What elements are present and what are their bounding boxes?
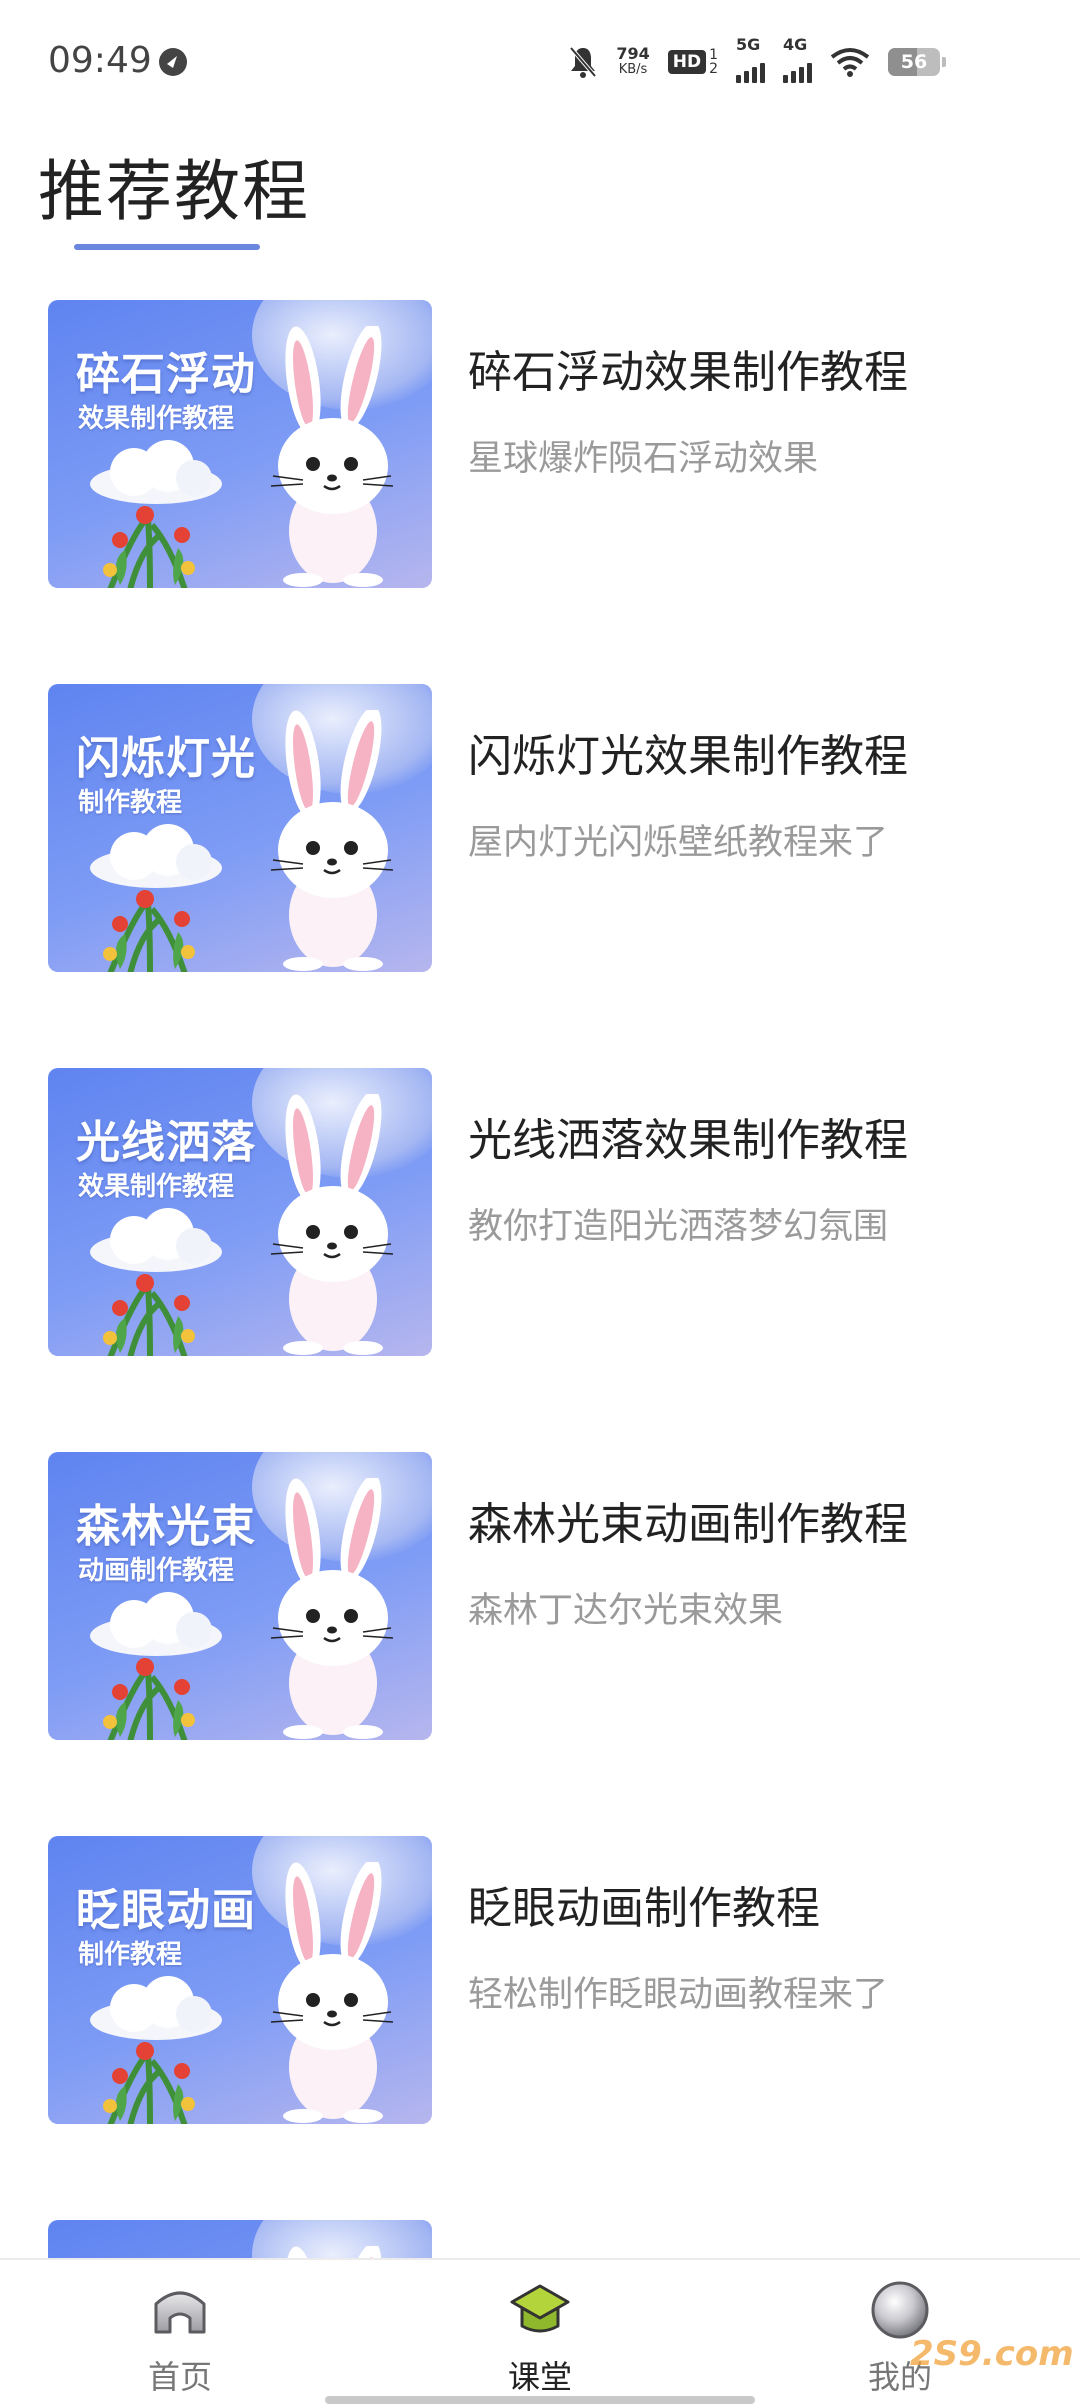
thumbnail-subtitle: 制作教程 [78,788,183,818]
graduation-cap-icon [510,2284,570,2333]
course-title: 光线洒落效果制作教程 [468,1115,908,1166]
flowers-illustration [103,2042,195,2124]
course-title: 碎石浮动效果制作教程 [468,347,908,398]
profile-orb-icon [871,2281,929,2339]
battery-nub [942,57,946,67]
course-item-1[interactable]: 碎石浮动 效果制作教程 碎石浮动效果制作教程 星球爆炸陨石浮动效果 [0,300,1080,590]
sim2-label: 2 [709,61,718,77]
hd-label: HD [667,50,707,74]
signal-bar [760,63,765,83]
course-title: 闪烁灯光效果制作教程 [468,731,908,782]
sim1-label: 1 [709,47,718,63]
bunny-illustration [270,1862,394,2123]
course-item-3[interactable]: 光线洒落 效果制作教程 光线洒落效果制作教程 教你打造阳光洒落梦幻氛围 [0,1068,1080,1358]
thumbnail-subtitle: 动画制作教程 [78,1556,235,1586]
watermark: 2S9.com [910,2334,1074,2374]
thumbnail-title: 眨眼动画 [76,1885,256,1936]
network-speed-unit: KB/s [618,62,648,77]
network-speed: 794 KB/s [616,46,649,78]
course-subtitle: 森林丁达尔光束效果 [468,1591,784,1631]
wifi-icon [830,48,870,77]
home-icon [154,2291,206,2334]
bunny-illustration [270,1478,394,1739]
sim-slots: 1 2 [709,48,718,76]
network-speed-value: 794 [616,44,650,63]
status-indicators: 794 KB/s HD 1 2 5G 4G 56 [568,35,946,84]
flowers-illustration [103,506,195,588]
battery-icon: 56 [888,48,946,76]
flowers-illustration [103,890,195,972]
title-underline [74,244,260,250]
signal-bar [736,75,741,83]
course-thumbnail[interactable]: 碎石浮动 效果制作教程 [48,300,432,588]
course-item-2[interactable]: 闪烁灯光 制作教程 闪烁灯光效果制作教程 屋内灯光闪烁壁纸教程来了 [0,684,1080,974]
nav-home-label: 首页 [147,2358,212,2396]
signal-5g-label: 5G [736,35,761,54]
bottom-nav: 首页 课堂 我的 [0,2258,1080,2408]
course-subtitle: 轻松制作眨眼动画教程来了 [468,1975,889,2015]
course-item-5[interactable]: 眨眼动画 制作教程 眨眼动画制作教程 轻松制作眨眼动画教程来了 [0,1836,1080,2126]
course-thumbnail[interactable]: 闪烁灯光 制作教程 [48,684,432,972]
course-title: 眨眼动画制作教程 [468,1883,820,1934]
course-thumbnail[interactable]: 眨眼动画 制作教程 [48,1836,432,2124]
signal-5g-icon: 5G [736,35,765,83]
hd-voice-badge: HD 1 2 [667,48,718,76]
bunny-illustration [270,1094,394,1355]
nav-classroom[interactable]: 课堂 [440,2260,640,2408]
nav-home[interactable]: 首页 [80,2260,280,2408]
course-subtitle: 教你打造阳光洒落梦幻氛围 [468,1207,889,1247]
signal-bar [807,63,812,83]
signal-bar [744,71,749,83]
course-thumbnail[interactable]: 森林光束 动画制作教程 [48,1452,432,1740]
flowers-illustration [103,1658,195,1740]
signal-bar [791,71,796,83]
status-bar: 09:49 794 KB/s HD 1 2 5G 4G 56 [0,0,1080,120]
battery-percent: 56 [900,51,928,73]
compass-icon [159,48,187,76]
course-item-4[interactable]: 森林光束 动画制作教程 森林光束动画制作教程 森林丁达尔光束效果 [0,1452,1080,1742]
course-subtitle: 星球爆炸陨石浮动效果 [468,439,819,479]
thumbnail-subtitle: 效果制作教程 [78,404,235,434]
signal-4g-label: 4G [783,35,808,54]
thumbnail-title: 光线洒落 [76,1117,256,1168]
thumbnail-title: 森林光束 [76,1501,256,1552]
status-time: 09:49 [48,40,152,81]
nav-classroom-label: 课堂 [507,2358,572,2396]
app-screen: 09:49 794 KB/s HD 1 2 5G 4G 56 推荐教程 碎石浮动… [0,0,1080,2408]
thumbnail-title: 碎石浮动 [76,349,256,400]
thumbnail-subtitle: 效果制作教程 [78,1172,235,1202]
page-title: 推荐教程 [38,153,310,230]
bunny-illustration [270,710,394,971]
thumbnail-subtitle: 制作教程 [78,1940,183,1970]
signal-bar [799,67,804,83]
flowers-illustration [103,1274,195,1356]
bunny-illustration [270,326,394,587]
course-subtitle: 屋内灯光闪烁壁纸教程来了 [468,823,889,863]
mute-bell-icon [569,46,597,78]
signal-4g-icon: 4G [783,35,812,83]
course-title: 森林光束动画制作教程 [468,1499,908,1550]
signal-bar [752,67,757,83]
home-indicator[interactable] [325,2396,755,2404]
signal-bar [783,75,788,83]
thumbnail-title: 闪烁灯光 [76,733,256,784]
course-thumbnail[interactable]: 光线洒落 效果制作教程 [48,1068,432,1356]
